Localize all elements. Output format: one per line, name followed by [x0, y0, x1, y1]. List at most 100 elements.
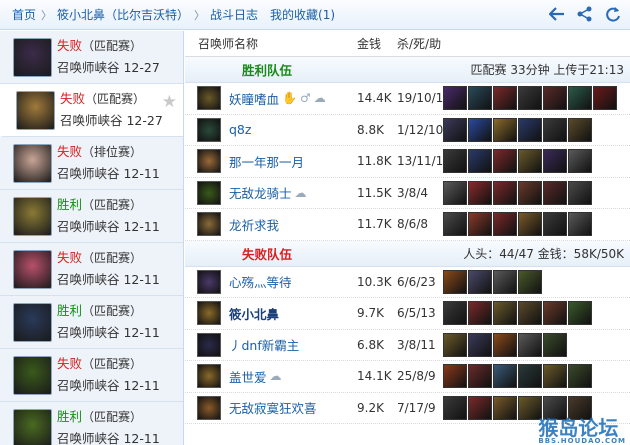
back-arrow-icon[interactable]	[548, 5, 566, 23]
player-row[interactable]: q8z 8.8K 1/12/10	[185, 115, 630, 146]
player-row[interactable]: 盖世爱 ☁ 14.1K 25/8/9	[185, 361, 630, 393]
item-list	[443, 117, 592, 142]
item-icon	[593, 86, 617, 111]
champion-icon	[197, 301, 221, 326]
player-name[interactable]: 无敌寂寞狂欢喜	[229, 398, 359, 417]
item-icon	[518, 180, 542, 205]
player-name-text[interactable]: 无敌寂寞狂欢喜	[229, 398, 317, 417]
player-badge-icon: ☁	[269, 369, 282, 384]
player-name-text[interactable]: 筱小北鼻	[229, 304, 279, 323]
champion-avatar	[13, 196, 52, 236]
item-icon	[443, 269, 467, 294]
champion-avatar	[13, 302, 52, 342]
match-map-date: 召唤师峡谷 12-11	[57, 219, 160, 234]
item-icon	[493, 364, 517, 389]
match-info: 胜利（匹配赛） 召唤师峡谷 12-11	[57, 406, 160, 445]
breadcrumb-player-link[interactable]: 筱小北鼻（比尔吉沃特）	[57, 6, 189, 23]
match-map-date: 召唤师峡谷 12-27	[57, 60, 160, 75]
watermark-logo: 猴岛论坛 BBS.HOUDAO.COM	[538, 412, 626, 445]
match-item[interactable]: 胜利（匹配赛） 召唤师峡谷 12-11	[0, 402, 183, 445]
player-badge-icon: ☁	[313, 91, 326, 106]
player-name-text[interactable]: q8z	[229, 122, 251, 137]
player-name[interactable]: 无敌龙骑士 ☁	[229, 183, 359, 202]
player-kda: 19/10/12	[397, 91, 451, 106]
match-item[interactable]: 失败（排位赛） 召唤师峡谷 12-11	[0, 137, 183, 190]
player-gold: 14.4K	[357, 91, 392, 106]
lose-team-header: 失败队伍 人头：44/47 金钱：58K/50K	[185, 240, 630, 267]
item-icon	[443, 212, 467, 237]
player-name-text[interactable]: 丿dnf新霸主	[229, 335, 299, 354]
match-item[interactable]: 失败（匹配赛） 召唤师峡谷 12-27	[0, 31, 183, 84]
match-item[interactable]: 胜利（匹配赛） 召唤师峡谷 12-11	[0, 190, 183, 243]
item-icon	[568, 149, 592, 174]
item-icon	[468, 212, 492, 237]
player-row[interactable]: 心殇灬等待 10.3K 6/6/23	[185, 267, 630, 298]
breadcrumb-section-link[interactable]: 战斗日志	[210, 6, 258, 23]
player-name[interactable]: 那一年那一月	[229, 152, 359, 171]
item-icon	[443, 395, 467, 420]
player-row[interactable]: 妖瞳嗜血 ✋ ♂ ☁ 14.4K 19/10/12	[185, 83, 630, 115]
favorite-star-icon[interactable]: ★	[162, 92, 177, 112]
champion-avatar	[16, 90, 55, 130]
item-icon	[493, 117, 517, 142]
player-name[interactable]: 筱小北鼻	[229, 304, 359, 323]
player-row[interactable]: 无敌龙骑士 ☁ 11.5K 3/8/4	[185, 178, 630, 209]
match-map-date: 召唤师峡谷 12-11	[57, 378, 160, 393]
match-mode: （匹配赛）	[85, 92, 146, 106]
match-info: 失败（匹配赛） 召唤师峡谷 12-11	[57, 247, 160, 291]
item-icon	[468, 301, 492, 326]
player-name[interactable]: 龙祈求我	[229, 215, 359, 234]
match-item[interactable]: 失败（匹配赛） 召唤师峡谷 12-27 ★	[0, 84, 183, 137]
player-name-text[interactable]: 盖世爱	[229, 367, 267, 386]
player-name[interactable]: 丿dnf新霸主	[229, 335, 359, 354]
player-gold: 9.2K	[357, 400, 384, 415]
item-icon	[493, 269, 517, 294]
player-gold: 8.8K	[357, 122, 384, 137]
item-icon	[518, 149, 542, 174]
match-item[interactable]: 胜利（匹配赛） 召唤师峡谷 12-11	[0, 296, 183, 349]
player-name[interactable]: 盖世爱 ☁	[229, 367, 359, 386]
item-icon	[568, 364, 592, 389]
item-icon	[518, 332, 542, 357]
player-row[interactable]: 那一年那一月 11.8K 13/11/11	[185, 146, 630, 178]
match-info: 胜利（匹配赛） 召唤师峡谷 12-11	[57, 300, 160, 344]
item-list	[443, 86, 617, 111]
match-item[interactable]: 失败（匹配赛） 召唤师峡谷 12-11	[0, 349, 183, 402]
column-header: 召唤师名称 金钱 杀/死/助	[185, 31, 630, 57]
player-name-text[interactable]: 无敌龙骑士	[229, 183, 292, 202]
item-icon	[518, 269, 542, 294]
item-icon	[493, 180, 517, 205]
item-icon	[568, 117, 592, 142]
player-badge-icon: ♂	[299, 91, 311, 106]
match-result: 失败	[60, 91, 86, 106]
item-icon	[493, 301, 517, 326]
player-name-text[interactable]: 心殇灬等待	[229, 272, 292, 291]
player-row[interactable]: 筱小北鼻 9.7K 6/5/13	[185, 298, 630, 330]
refresh-icon[interactable]	[604, 5, 622, 23]
player-name-text[interactable]: 妖瞳嗜血	[229, 89, 279, 108]
player-kda: 6/6/23	[397, 274, 436, 289]
player-kda: 25/8/9	[397, 369, 436, 384]
breadcrumb-bar: 首页 〉 筱小北鼻（比尔吉沃特） 〉 战斗日志 我的收藏(1)	[0, 0, 630, 30]
player-kda: 3/8/4	[397, 185, 428, 200]
item-icon	[568, 180, 592, 205]
item-icon	[568, 301, 592, 326]
match-item[interactable]: 失败（匹配赛） 召唤师峡谷 12-11	[0, 243, 183, 296]
player-name-text[interactable]: 那一年那一月	[229, 152, 304, 171]
player-name[interactable]: 妖瞳嗜血 ✋ ♂ ☁	[229, 89, 359, 108]
champion-icon	[197, 149, 221, 174]
player-name[interactable]: q8z	[229, 122, 359, 137]
player-row[interactable]: 丿dnf新霸主 6.8K 3/8/11	[185, 330, 630, 361]
champion-avatar	[13, 143, 52, 183]
player-gold: 11.5K	[357, 185, 392, 200]
breadcrumb-home-link[interactable]: 首页	[12, 6, 36, 23]
favorites-link[interactable]: 我的收藏(1)	[270, 6, 335, 23]
player-row[interactable]: 龙祈求我 11.7K 8/6/8	[185, 209, 630, 241]
match-info: 匹配赛 33分钟 上传于21:13	[470, 63, 624, 77]
share-icon[interactable]	[576, 5, 594, 23]
watermark-url: BBS.HOUDAO.COM	[538, 437, 626, 445]
player-name-text[interactable]: 龙祈求我	[229, 215, 279, 234]
column-gold: 金钱	[357, 37, 382, 51]
player-name[interactable]: 心殇灬等待	[229, 272, 359, 291]
item-icon	[543, 149, 567, 174]
